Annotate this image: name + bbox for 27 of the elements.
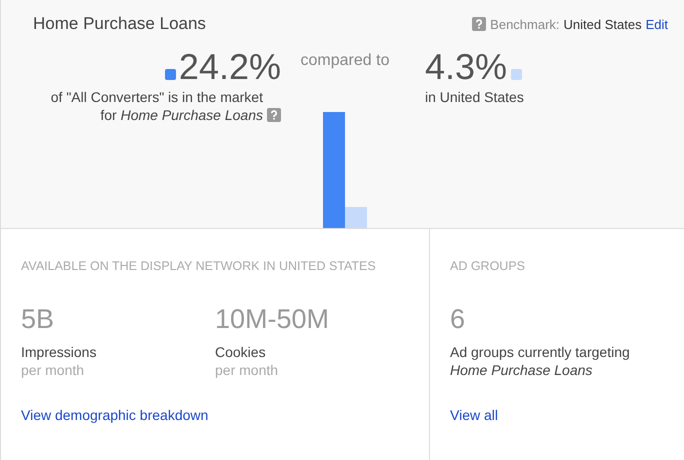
benchmark-percentage: 4.3% <box>425 46 508 88</box>
legend-swatch <box>164 69 176 80</box>
stat-unit: per month <box>21 361 86 379</box>
help-icon[interactable] <box>267 108 281 122</box>
stat-value: 10M-50M <box>215 303 330 335</box>
stat-label: Impressions <box>21 343 98 361</box>
stat-value: 5B <box>21 303 56 335</box>
segment-percentage: 24.2% <box>178 46 281 88</box>
benchmark-value: United States <box>564 16 642 32</box>
demographic-link[interactable]: View demographic breakdown <box>21 407 208 423</box>
stat-label: Cookies <box>215 343 267 361</box>
card-title: Home Purchase Loans <box>33 14 206 34</box>
segment-description: of "All Converters" is in the market <box>50 88 263 106</box>
section-heading: AVAILABLE ON THE DISPLAY NETWORK IN UNITED STATES <box>21 259 377 275</box>
compared-to-label: compared to <box>300 52 390 70</box>
stat-unit: per month <box>215 361 280 379</box>
section-heading: AD GROUPS <box>450 259 526 275</box>
stat-value: 6 <box>450 303 466 335</box>
legend-swatch <box>511 69 522 80</box>
segment-description: for Home Purchase Loans <box>100 106 263 124</box>
help-icon[interactable] <box>472 17 486 31</box>
benchmark-label: Benchmark: <box>490 16 560 32</box>
benchmark-caption: in United States <box>425 88 524 106</box>
stat-label: Home Purchase Loans <box>450 361 594 379</box>
stat-label: Ad groups currently targeting <box>450 343 631 361</box>
edit-link[interactable]: Edit <box>646 16 668 32</box>
view-all-link[interactable]: View all <box>450 407 498 423</box>
